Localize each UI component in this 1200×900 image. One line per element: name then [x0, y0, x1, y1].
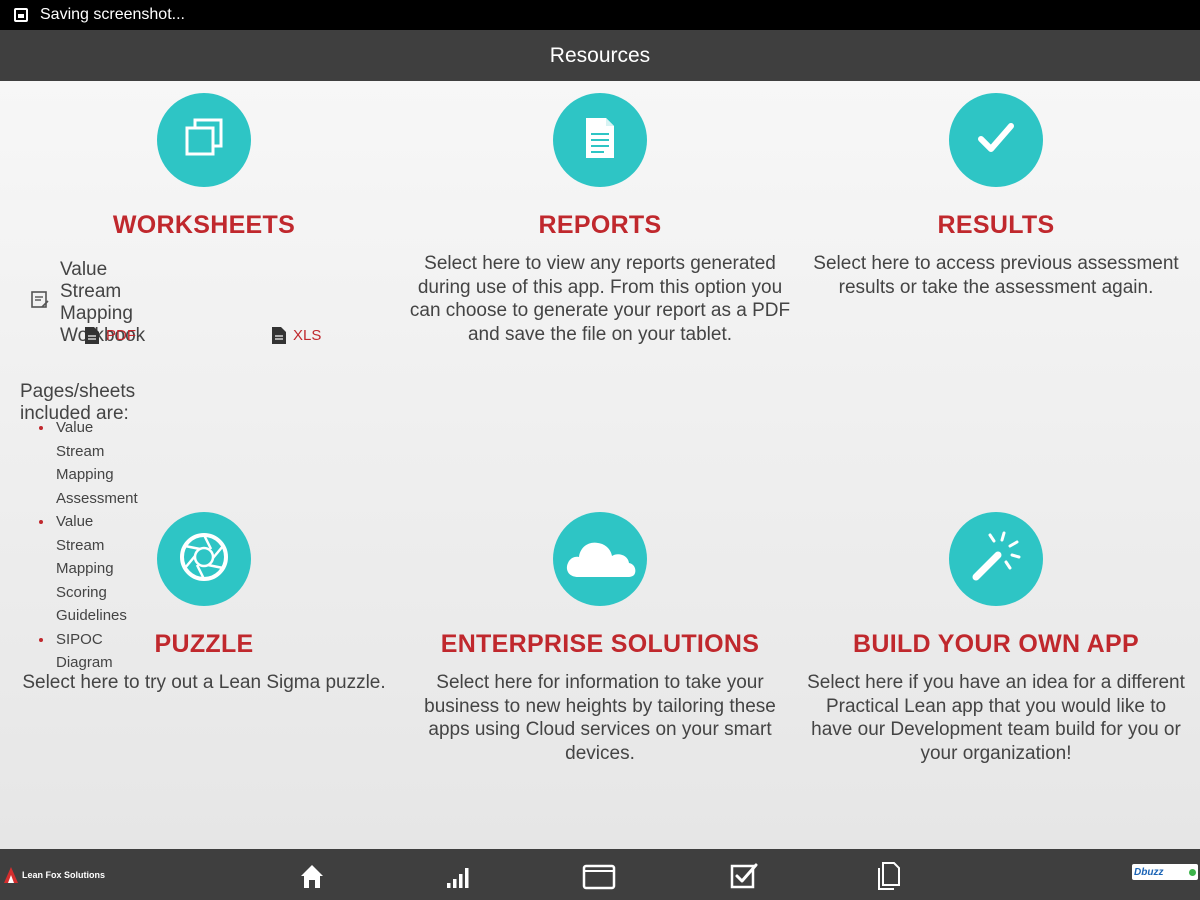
results-description: Select here to access previous assessmen…: [813, 253, 1179, 298]
magic-wand-icon: [966, 527, 1026, 592]
list-item: Value Stream Mapping Assessment: [37, 416, 138, 510]
build-app-title: BUILD YOUR OWN APP: [853, 630, 1139, 658]
worksheets-icon-circle: [157, 93, 251, 187]
page-title: Resources: [549, 43, 651, 67]
status-bar: Saving screenshot...: [0, 0, 1200, 30]
aperture-icon: [177, 530, 231, 589]
home-button[interactable]: [295, 861, 329, 895]
enterprise-icon-circle: [553, 512, 647, 606]
worksheets-title: WORKSHEETS: [112, 211, 296, 239]
reports-icon-circle: [553, 93, 647, 187]
enterprise-card[interactable]: ENTERPRISE SOLUTIONS Select here for inf…: [402, 512, 798, 765]
enterprise-description: Select here for information to take your…: [424, 672, 776, 764]
file-icon: [272, 327, 286, 344]
build-app-description: Select here if you have an idea for a di…: [807, 672, 1185, 764]
bar-chart-icon: [443, 862, 471, 895]
lean-fox-logo-text: Lean Fox Solutions: [22, 869, 106, 880]
title-bar: Resources: [0, 30, 1200, 81]
copy-icon: [180, 114, 228, 167]
documents-button[interactable]: [871, 861, 905, 895]
puzzle-icon-circle: [157, 512, 251, 606]
home-icon: [298, 862, 326, 895]
puzzle-title: PUZZLE: [154, 630, 254, 658]
folder-button[interactable]: [582, 861, 616, 895]
build-app-card[interactable]: BUILD YOUR OWN APP Select here if you ha…: [798, 512, 1194, 765]
puzzle-card[interactable]: PUZZLE Select here to try out a Lean Sig…: [6, 512, 402, 695]
status-text: Saving screenshot...: [40, 6, 185, 23]
dbuzz-mark-icon: [1189, 868, 1196, 876]
results-icon-circle: [949, 93, 1043, 187]
reports-title: REPORTS: [538, 211, 662, 239]
resources-grid: WORKSHEETS Value Stream Mapping Workbook…: [0, 81, 1200, 849]
documents-icon: [874, 861, 902, 896]
xls-link[interactable]: XLS: [271, 326, 321, 345]
checkmark-icon: [972, 114, 1020, 167]
lean-fox-logo[interactable]: Lean Fox Solutions: [2, 865, 105, 885]
folder-icon: [582, 862, 616, 895]
results-card[interactable]: RESULTS Select here to access previous a…: [798, 93, 1194, 299]
enterprise-title: ENTERPRISE SOLUTIONS: [440, 630, 760, 658]
screenshot-icon: [14, 8, 28, 22]
reports-description: Select here to view any reports generate…: [409, 253, 791, 345]
xls-label: XLS: [293, 327, 322, 344]
bottom-nav-bar: Lean Fox Solutions Dbuzz: [0, 849, 1200, 900]
checklist-button[interactable]: [727, 861, 761, 895]
checkbox-icon: [729, 861, 759, 896]
puzzle-description: Select here to try out a Lean Sigma puzz…: [22, 672, 386, 693]
dbuzz-logo[interactable]: Dbuzz: [1132, 864, 1198, 880]
notepad-icon: [30, 290, 50, 316]
stats-button[interactable]: [440, 861, 474, 895]
reports-card[interactable]: REPORTS Select here to view any reports …: [402, 93, 798, 346]
dbuzz-logo-text: Dbuzz: [1134, 866, 1164, 878]
cloud-icon: [562, 533, 638, 586]
worksheets-card[interactable]: WORKSHEETS: [6, 93, 402, 240]
file-icon: [85, 327, 99, 344]
results-title: RESULTS: [937, 211, 1055, 239]
pdf-label: PDF: [106, 327, 136, 344]
document-icon: [580, 116, 620, 165]
fox-logo-icon: [4, 867, 18, 883]
pdf-link[interactable]: PDF: [84, 326, 136, 345]
build-icon-circle: [949, 512, 1043, 606]
